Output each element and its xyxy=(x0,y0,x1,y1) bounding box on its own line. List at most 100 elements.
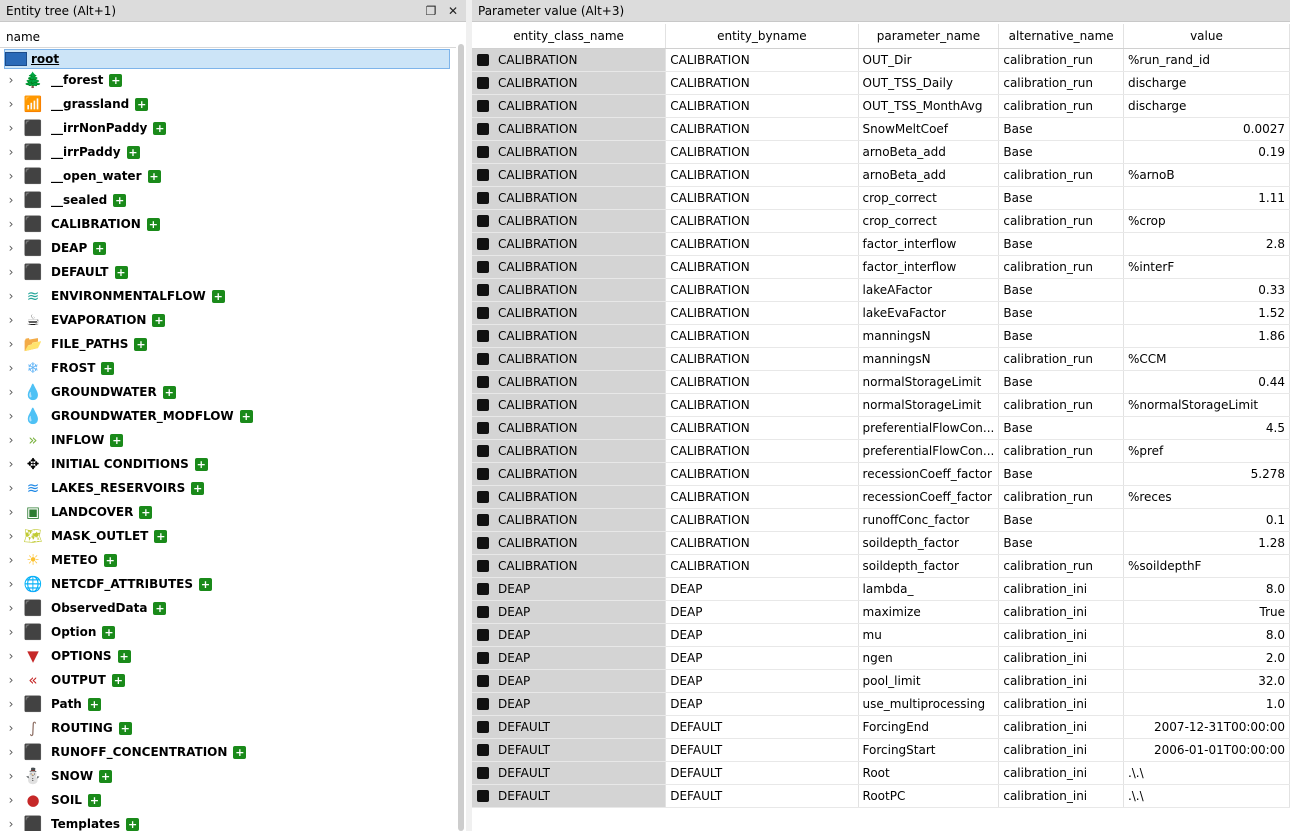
cell-entity-class-name[interactable]: CALIBRATION xyxy=(472,462,667,486)
cell-alternative-name[interactable]: calibration_run xyxy=(998,347,1124,371)
cell-value[interactable]: %run_rand_id xyxy=(1123,48,1290,72)
tree-item-sealed[interactable]: › ⬛ __sealed + xyxy=(0,188,456,212)
cell-value[interactable]: 8.0 xyxy=(1123,577,1290,601)
table-row[interactable]: DEAP DEAP ngen calibration_ini 2.0 xyxy=(472,646,1290,670)
expand-chevron-icon[interactable]: › xyxy=(6,385,16,399)
expand-chevron-icon[interactable]: › xyxy=(6,361,16,375)
add-entity-icon[interactable]: + xyxy=(162,386,176,399)
cell-entity-byname[interactable]: CALIBRATION xyxy=(665,485,859,509)
tree-item-output[interactable]: › « OUTPUT + xyxy=(0,668,456,692)
cell-parameter-name[interactable]: lakeEvaFactor xyxy=(858,301,1000,325)
table-row[interactable]: DEFAULT DEFAULT ForcingStart calibration_in… xyxy=(472,738,1290,762)
cell-alternative-name[interactable]: Base xyxy=(998,508,1124,532)
cell-parameter-name[interactable]: ForcingStart xyxy=(858,738,1000,762)
expand-chevron-icon[interactable]: › xyxy=(6,97,16,111)
cell-entity-byname[interactable]: DEFAULT xyxy=(665,784,859,808)
cell-parameter-name[interactable]: crop_correct xyxy=(858,209,1000,233)
add-entity-icon[interactable]: + xyxy=(134,338,148,351)
column-header-alternative-name[interactable]: alternative_name xyxy=(998,24,1124,49)
cell-entity-class-name[interactable]: DEFAULT xyxy=(472,738,667,762)
table-row[interactable]: CALIBRATION CALIBRATION manningsN calibrati… xyxy=(472,347,1290,371)
cell-value[interactable]: 1.86 xyxy=(1123,324,1290,348)
add-entity-icon[interactable]: + xyxy=(113,194,127,207)
cell-entity-class-name[interactable]: CALIBRATION xyxy=(472,508,667,532)
cell-value[interactable]: 1.28 xyxy=(1123,531,1290,555)
table-row[interactable]: CALIBRATION CALIBRATION lakeAFactor Base 0.3… xyxy=(472,278,1290,302)
cell-entity-byname[interactable]: CALIBRATION xyxy=(665,232,859,256)
table-row[interactable]: CALIBRATION CALIBRATION preferentialFlowCo… xyxy=(472,439,1290,463)
tree-item-runoff-concentration[interactable]: › ⬛ RUNOFF_CONCENTRATION + xyxy=(0,740,456,764)
cell-entity-class-name[interactable]: CALIBRATION xyxy=(472,301,667,325)
expand-chevron-icon[interactable]: › xyxy=(6,241,16,255)
cell-value[interactable]: %arnoB xyxy=(1123,163,1290,187)
add-entity-icon[interactable]: + xyxy=(194,458,208,471)
cell-entity-byname[interactable]: CALIBRATION xyxy=(665,140,859,164)
tree-item-snow[interactable]: › ⛄ SNOW + xyxy=(0,764,456,788)
tree-item-inflow[interactable]: › » INFLOW + xyxy=(0,428,456,452)
cell-value[interactable]: 0.1 xyxy=(1123,508,1290,532)
cell-value[interactable]: discharge xyxy=(1123,71,1290,95)
table-row[interactable]: DEFAULT DEFAULT RootPC calibration_ini .\.\ xyxy=(472,784,1290,808)
add-entity-icon[interactable]: + xyxy=(114,266,128,279)
cell-alternative-name[interactable]: calibration_run xyxy=(998,48,1124,72)
expand-chevron-icon[interactable]: › xyxy=(6,697,16,711)
table-row[interactable]: DEAP DEAP mu calibration_ini 8.0 xyxy=(472,623,1290,647)
tree-item-soil[interactable]: › ● SOIL + xyxy=(0,788,456,812)
expand-chevron-icon[interactable]: › xyxy=(6,745,16,759)
cell-value[interactable]: 4.5 xyxy=(1123,416,1290,440)
cell-value[interactable]: 0.44 xyxy=(1123,370,1290,394)
tree-item-meteo[interactable]: › ☀ METEO + xyxy=(0,548,456,572)
expand-chevron-icon[interactable]: › xyxy=(6,649,16,663)
cell-entity-byname[interactable]: DEAP xyxy=(665,669,859,693)
cell-alternative-name[interactable]: calibration_ini xyxy=(998,623,1124,647)
cell-entity-class-name[interactable]: DEFAULT xyxy=(472,761,667,785)
cell-parameter-name[interactable]: soildepth_factor xyxy=(858,554,1000,578)
cell-entity-byname[interactable]: CALIBRATION xyxy=(665,531,859,555)
cell-parameter-name[interactable]: preferentialFlowCon... xyxy=(858,416,1000,440)
cell-alternative-name[interactable]: calibration_run xyxy=(998,485,1124,509)
cell-parameter-name[interactable]: runoffConc_factor xyxy=(858,508,1000,532)
cell-entity-class-name[interactable]: DEAP xyxy=(472,669,667,693)
expand-chevron-icon[interactable]: › xyxy=(6,721,16,735)
cell-value[interactable]: 1.0 xyxy=(1123,692,1290,716)
cell-value[interactable]: True xyxy=(1123,600,1290,624)
cell-parameter-name[interactable]: pool_limit xyxy=(858,669,1000,693)
table-row[interactable]: CALIBRATION CALIBRATION crop_correct calibr… xyxy=(472,209,1290,233)
close-icon[interactable]: ✕ xyxy=(444,2,462,20)
expand-chevron-icon[interactable]: › xyxy=(6,169,16,183)
cell-entity-byname[interactable]: DEFAULT xyxy=(665,761,859,785)
cell-value[interactable]: 1.52 xyxy=(1123,301,1290,325)
tree-item-evaporation[interactable]: › ☕ EVAPORATION + xyxy=(0,308,456,332)
tree-item-irrnonpaddy[interactable]: › ⬛ __irrNonPaddy + xyxy=(0,116,456,140)
cell-alternative-name[interactable]: calibration_run xyxy=(998,163,1124,187)
cell-entity-byname[interactable]: CALIBRATION xyxy=(665,370,859,394)
add-entity-icon[interactable]: + xyxy=(109,74,123,87)
cell-entity-class-name[interactable]: CALIBRATION xyxy=(472,140,667,164)
tree-item-mask-outlet[interactable]: › 🗺 MASK_OUTLET + xyxy=(0,524,456,548)
cell-entity-class-name[interactable]: DEFAULT xyxy=(472,784,667,808)
tree-item-lakes-reservoirs[interactable]: › ≋ LAKES_RESERVOIRS + xyxy=(0,476,456,500)
table-row[interactable]: DEAP DEAP pool_limit calibration_ini 32.0 xyxy=(472,669,1290,693)
cell-alternative-name[interactable]: calibration_ini xyxy=(998,692,1124,716)
cell-parameter-name[interactable]: lakeAFactor xyxy=(858,278,1000,302)
cell-entity-class-name[interactable]: DEAP xyxy=(472,623,667,647)
cell-entity-class-name[interactable]: CALIBRATION xyxy=(472,324,667,348)
cell-alternative-name[interactable]: calibration_run xyxy=(998,255,1124,279)
column-header-parameter-name[interactable]: parameter_name xyxy=(858,24,1000,49)
expand-chevron-icon[interactable]: › xyxy=(6,433,16,447)
cell-entity-byname[interactable]: CALIBRATION xyxy=(665,301,859,325)
cell-alternative-name[interactable]: Base xyxy=(998,462,1124,486)
expand-chevron-icon[interactable]: › xyxy=(6,313,16,327)
cell-alternative-name[interactable]: Base xyxy=(998,370,1124,394)
cell-entity-byname[interactable]: CALIBRATION xyxy=(665,393,859,417)
expand-chevron-icon[interactable]: › xyxy=(6,793,16,807)
add-entity-icon[interactable]: + xyxy=(135,98,149,111)
table-row[interactable]: DEAP DEAP maximize calibration_ini True xyxy=(472,600,1290,624)
cell-entity-byname[interactable]: CALIBRATION xyxy=(665,462,859,486)
cell-entity-byname[interactable]: CALIBRATION xyxy=(665,508,859,532)
cell-parameter-name[interactable]: factor_interflow xyxy=(858,232,1000,256)
cell-entity-class-name[interactable]: CALIBRATION xyxy=(472,347,667,371)
table-row[interactable]: CALIBRATION CALIBRATION arnoBeta_add calibr… xyxy=(472,163,1290,187)
add-entity-icon[interactable]: + xyxy=(152,314,166,327)
cell-entity-byname[interactable]: DEFAULT xyxy=(665,715,859,739)
